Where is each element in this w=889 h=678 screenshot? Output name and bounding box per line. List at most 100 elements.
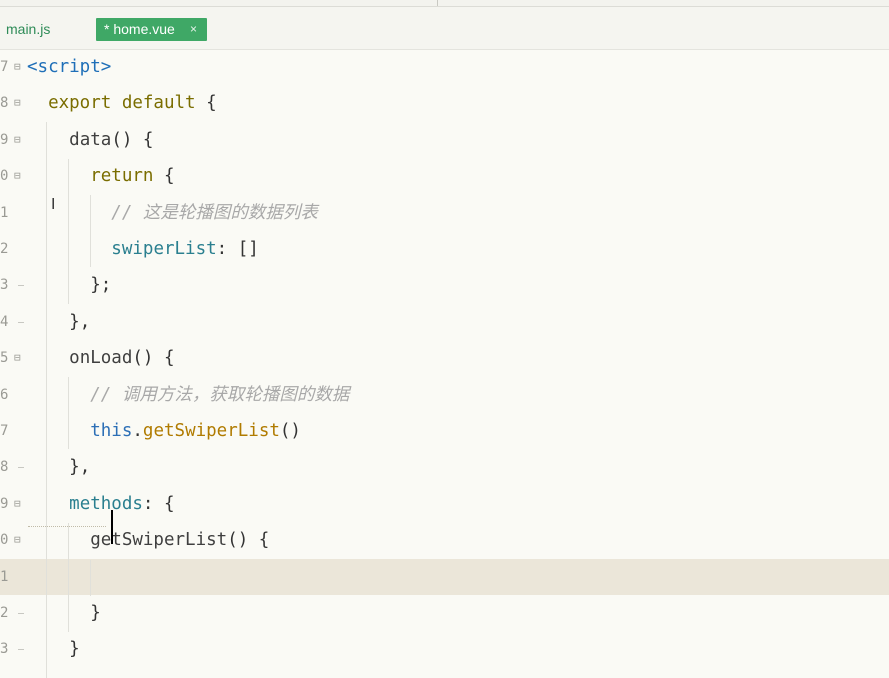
indent-guide [68,523,69,632]
tab-bar: main.js * home.vue × [0,7,889,50]
fold-toggle-icon[interactable]: ⊟ [14,158,24,194]
code-token: return [90,166,154,187]
code-line[interactable]: 3 } [0,631,889,667]
code-text: onLoad() { [27,340,174,376]
fold-toggle-icon[interactable]: ⊟ [14,49,24,85]
code-token: () { [227,530,270,551]
fold-end-marker [18,467,24,469]
code-line-current[interactable]: 1 [0,558,889,595]
code-token: } [90,603,101,623]
line-number: 0 [0,532,9,549]
code-editor[interactable]: 3 } 2 } 1 0 ⊟ getSwiperList() {9 ⊟ methods: {… [0,50,889,678]
code-token: methods [69,493,143,514]
close-icon[interactable]: × [190,18,197,41]
line-number: 1 [0,568,9,585]
line-number: 8 [0,95,9,112]
tab-label: * home.vue [104,21,175,37]
code-token: . [132,421,143,441]
code-token: }, [69,311,91,332]
line-number: 6 [0,386,9,403]
code-token: }, [69,457,91,478]
line-number: 9 [0,131,9,148]
code-token: () { [111,129,154,150]
code-text: // 这是轮播图的数据列表 [27,195,318,231]
code-line[interactable]: 7 ⊟ <script> [0,49,889,85]
fold-toggle-icon[interactable]: ⊟ [14,85,24,121]
code-token: this [90,421,133,441]
code-line[interactable]: 7 this.getSwiperList() [0,413,889,449]
code-line[interactable]: 4 }, [0,304,889,340]
line-number: 9 [0,495,9,512]
code-line[interactable]: 0 ⊟ getSwiperList() { [0,522,889,558]
text-cursor [111,510,113,544]
fold-toggle-icon[interactable]: ⊟ [14,340,24,376]
code-line[interactable]: 1 // 这是轮播图的数据列表 [0,195,889,231]
code-token: () [279,421,301,441]
code-line[interactable]: 2 swiperList: [] [0,231,889,267]
code-token: : { [142,493,175,514]
code-text: return { [27,158,175,194]
top-toolbar-strip [0,0,889,7]
code-token: export default [48,93,196,114]
line-number: 2 [0,241,9,257]
tab-main-js[interactable]: main.js [6,18,50,41]
code-token: }; [90,275,112,296]
fold-end-marker [18,285,24,287]
code-line[interactable]: 9 ⊟ methods: { [0,486,889,522]
code-token: onLoad [69,348,133,369]
line-number: 0 [0,168,9,185]
fold-end-marker [18,613,24,614]
code-line[interactable]: 8 ⊟ export default { [0,85,889,121]
indent-guide [68,377,69,449]
line-number: 1 [0,204,9,221]
code-line[interactable]: 3 }; [0,267,889,303]
line-number: 5 [0,350,9,367]
code-token: getSwiperList [142,421,280,441]
code-line[interactable]: 2 } [0,595,889,631]
fold-end-marker [18,321,24,323]
code-text: }, [27,449,90,485]
indent-guide [68,159,69,304]
code-text: export default { [27,85,217,121]
indent-guide [46,122,47,678]
line-number: 8 [0,459,9,476]
code-line[interactable]: 9 ⊟ data() { [0,122,889,158]
line-number: 3 [0,277,9,294]
code-text: }; [27,267,111,303]
line-number: 2 [0,605,9,621]
code-line[interactable]: 0 ⊟ return { [0,158,889,194]
code-text: <script> [27,49,111,85]
code-token: data [69,129,112,150]
fold-end-marker [18,649,24,651]
line-number: 3 [0,641,9,658]
code-line[interactable]: 5 ⊟ onLoad() { [0,340,889,376]
line-number: 4 [0,313,9,330]
fold-toggle-icon[interactable]: ⊟ [14,486,24,522]
code-token: { [153,166,175,187]
toolbar-separator [437,0,438,6]
code-line[interactable]: 6 // 调用方法，获取轮播图的数据 [0,377,889,413]
code-token: <script> [27,57,112,77]
code-token: : [] [216,239,259,259]
code-text: } [27,631,80,667]
whitespace-dots [28,526,106,528]
fold-toggle-icon[interactable]: ⊟ [14,522,24,558]
code-text: swiperList: [] [27,231,259,267]
code-token: // 调用方法，获取轮播图的数据 [90,384,350,405]
code-token: { [195,93,217,114]
code-line[interactable]: 8 }, [0,449,889,485]
tab-home-vue[interactable]: * home.vue × [96,18,207,41]
code-text: // 调用方法，获取轮播图的数据 [27,377,349,413]
fold-toggle-icon[interactable]: ⊟ [14,122,24,158]
